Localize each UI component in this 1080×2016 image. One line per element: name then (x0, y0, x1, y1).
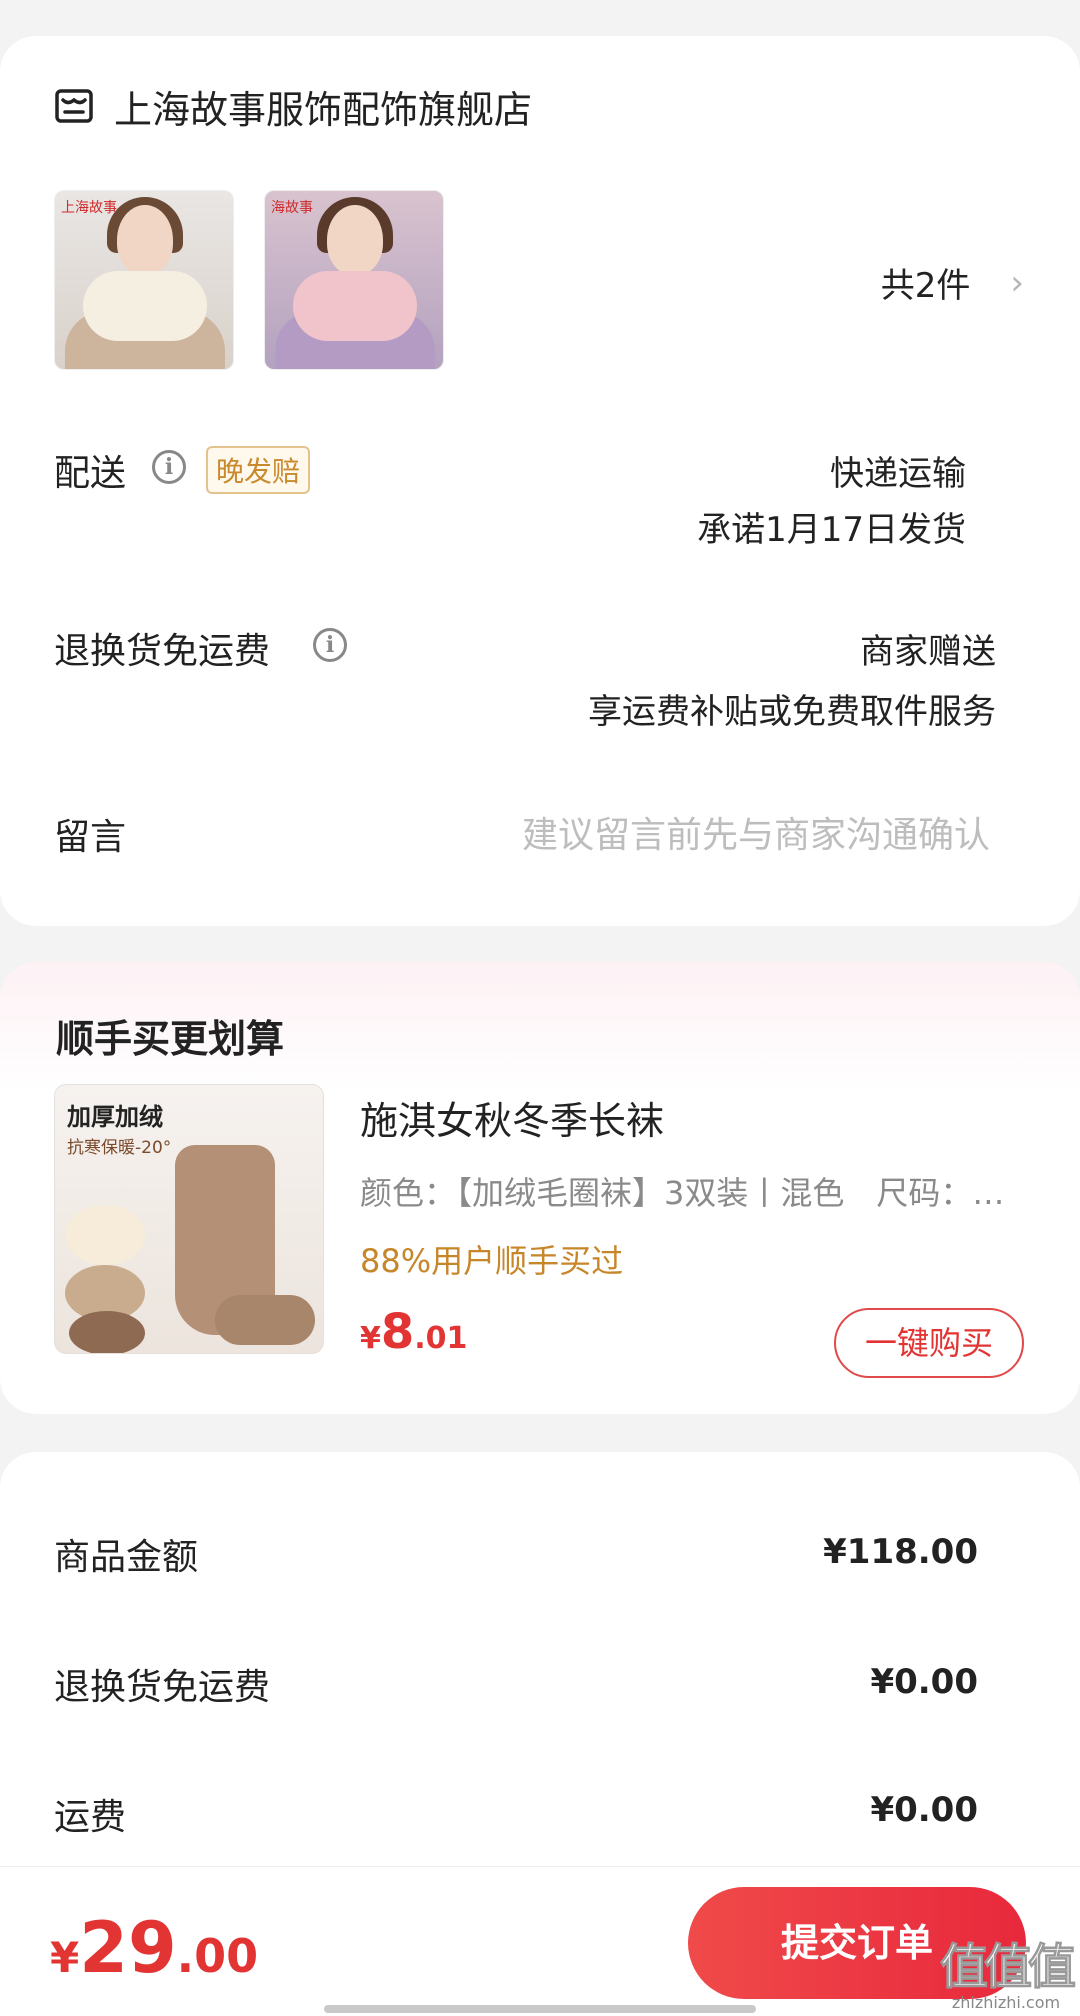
upsell-price: ¥8.01 (360, 1304, 467, 1360)
return-shipping-fee-value: ¥0.00 (870, 1662, 978, 1702)
upsell-product-spec: 颜色：【加绒毛圈袜】3双装丨混色 尺码：均码 (360, 1174, 1020, 1212)
item-count: 共2件 (880, 266, 971, 306)
return-shipping-label: 退换货免运费 (54, 631, 271, 672)
thumb-brand: 海故事 (271, 200, 313, 216)
upsell-bought-rate: 88%用户顺手买过 (360, 1242, 624, 1280)
message-input[interactable]: 建议留言前先与商家沟通确认 (522, 806, 990, 858)
return-shipping-value: 商家赠送 (860, 632, 996, 672)
shipping-fee-value: ¥0.00 (870, 1790, 978, 1830)
item-count-row[interactable]: 共2件 › (881, 258, 1024, 307)
shipping-fee-label: 运费 (54, 1797, 127, 1838)
product-thumbnail[interactable]: 海故事 (264, 190, 444, 370)
price-currency: ¥ (360, 1321, 381, 1356)
delivery-promise: 承诺1月17日发货 (697, 510, 966, 550)
delivery-method: 快递运输 (830, 454, 966, 494)
sock-roll (69, 1311, 145, 1353)
watermark-logo: 值值值 (939, 1939, 1076, 1996)
sock-foot (215, 1295, 315, 1345)
info-icon[interactable]: i (152, 450, 186, 484)
total-currency: ¥ (50, 1933, 80, 1982)
watermark: 值值值 zhizhizhi.com (939, 1927, 1076, 2013)
upsell-product-image[interactable]: 加厚加绒 抗寒保暖-20° (54, 1084, 324, 1354)
order-card: 上海故事服饰配饰旗舰店 上海故事 海故事 共2件 › 配送 i 晚发赔 快递运输… (0, 36, 1080, 926)
upsell-card: 顺手买更划算 加厚加绒 抗寒保暖-20° 施淇女秋冬季长袜 颜色：【加绒毛圈袜】… (0, 962, 1080, 1414)
subtotal-label: 商品金额 (54, 1537, 199, 1578)
delivery-label: 配送 (54, 453, 127, 494)
checkout-bar: ¥29.00 提交订单 值值值 zhizhizhi.com (0, 1866, 1080, 2016)
late-compensation-badge: 晚发赔 (206, 446, 311, 494)
image-tag: 加厚加绒 (67, 1103, 163, 1131)
return-shipping-desc: 享运费补贴或免费取件服务 (588, 692, 996, 732)
return-shipping-fee-label: 退换货免运费 (54, 1667, 271, 1708)
total-integer: 29 (79, 1907, 177, 1989)
watermark-url: zhizhizhi.com (951, 1993, 1061, 2012)
subtotal-value: ¥118.00 (823, 1532, 978, 1572)
thumb-scarf (293, 271, 417, 341)
product-thumbnail[interactable]: 上海故事 (54, 190, 234, 370)
store-name: 上海故事服饰配饰旗舰店 (114, 87, 533, 132)
price-decimal: .01 (414, 1321, 468, 1356)
thumb-scarf (83, 271, 207, 341)
chevron-right-icon: › (1010, 262, 1024, 303)
image-tag: 抗寒保暖-20° (67, 1138, 172, 1158)
price-integer: 8 (380, 1304, 415, 1360)
store-row[interactable]: 上海故事服饰配饰旗舰店 (54, 76, 532, 136)
upsell-title: 顺手买更划算 (56, 1017, 285, 1061)
upsell-product-name[interactable]: 施淇女秋冬季长袜 (360, 1090, 664, 1145)
total-decimal: .00 (176, 1929, 259, 1983)
thumb-face (327, 205, 383, 275)
message-label: 留言 (54, 817, 127, 858)
total-price: ¥29.00 (50, 1907, 258, 1989)
sock-roll (65, 1205, 145, 1265)
thumb-brand: 上海故事 (61, 200, 117, 216)
thumb-face (117, 205, 173, 275)
info-icon[interactable]: i (313, 628, 347, 662)
home-indicator (324, 2005, 756, 2013)
one-click-buy-button[interactable]: 一键购买 (834, 1308, 1024, 1378)
store-icon (55, 89, 93, 123)
